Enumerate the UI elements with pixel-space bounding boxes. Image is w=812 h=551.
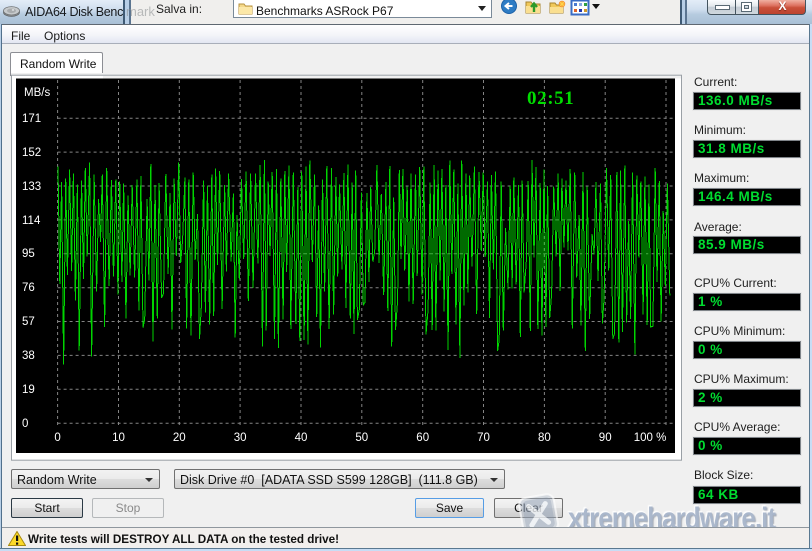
svg-text:114: 114 xyxy=(22,215,41,227)
svg-text:171: 171 xyxy=(22,113,41,125)
svg-text:90: 90 xyxy=(599,432,612,444)
svg-text:80: 80 xyxy=(538,432,551,444)
svg-text:76: 76 xyxy=(22,282,35,294)
svg-text:20: 20 xyxy=(173,432,186,444)
svg-text:30: 30 xyxy=(234,432,247,444)
svg-text:152: 152 xyxy=(22,147,41,159)
svg-text:19: 19 xyxy=(22,384,35,396)
svg-text:10: 10 xyxy=(112,432,125,444)
svg-text:50: 50 xyxy=(355,432,368,444)
svg-text:60: 60 xyxy=(416,432,429,444)
svg-text:40: 40 xyxy=(295,432,308,444)
svg-text:0: 0 xyxy=(22,418,28,430)
svg-text:57: 57 xyxy=(22,316,35,328)
svg-text:133: 133 xyxy=(22,181,41,193)
svg-text:0: 0 xyxy=(54,432,60,444)
svg-text:38: 38 xyxy=(22,350,35,362)
svg-text:02:51: 02:51 xyxy=(527,88,574,109)
svg-text:MB/s: MB/s xyxy=(24,87,50,99)
svg-text:100 %: 100 % xyxy=(634,432,667,444)
svg-text:70: 70 xyxy=(477,432,490,444)
svg-text:95: 95 xyxy=(22,248,35,260)
